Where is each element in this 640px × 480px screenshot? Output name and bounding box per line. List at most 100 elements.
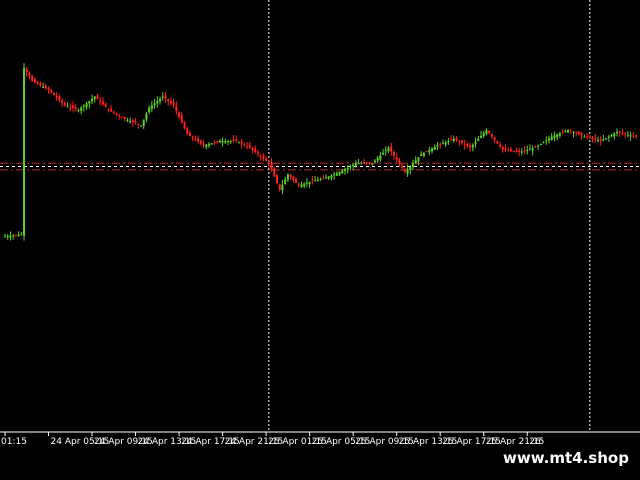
candle-body [458, 141, 461, 143]
candle-body [129, 121, 132, 123]
candle-body [485, 129, 488, 135]
candle-body [406, 169, 409, 174]
candle-body [357, 163, 360, 165]
candle-body [341, 170, 344, 174]
candle-body [131, 120, 134, 123]
candle-body [482, 132, 485, 136]
candle-body [575, 132, 578, 134]
candle-body [259, 155, 262, 157]
candle-body [528, 149, 531, 151]
candle-body [501, 146, 504, 150]
candle-body [240, 141, 243, 144]
candle-body [137, 123, 140, 125]
candle-body [284, 179, 287, 185]
candle-body [629, 135, 632, 137]
candle-body [292, 176, 295, 180]
candle-body [398, 159, 401, 164]
candle-body [178, 112, 181, 118]
candle-body [194, 138, 197, 140]
candle-body [227, 141, 230, 142]
candle-body [91, 98, 94, 102]
candle-body [512, 151, 515, 153]
candle-body [412, 163, 414, 168]
candle-body [251, 147, 254, 150]
candle-body [101, 101, 104, 105]
candle-body [72, 105, 74, 109]
candle-body [586, 136, 589, 138]
candle-body [235, 139, 238, 141]
candle-body [213, 142, 216, 144]
candle-body [363, 162, 366, 164]
candle-body [561, 131, 564, 133]
candle-body [322, 177, 325, 179]
candle-body [420, 154, 423, 156]
candle-body [588, 135, 591, 139]
candle-body [281, 184, 284, 191]
candle-body [409, 166, 412, 171]
candle-body [466, 143, 469, 147]
price-chart[interactable]: 01:15 24 Apr 05:15 24 Apr 09:15 24 Apr 13:1… [0, 0, 640, 480]
candle-body [175, 105, 178, 112]
candle-body [153, 103, 156, 106]
candle-body [591, 138, 594, 140]
candle-body [610, 135, 613, 137]
candle-body [311, 180, 314, 182]
candle-body [368, 162, 371, 164]
candle-body [349, 166, 352, 168]
candle-body [63, 103, 66, 106]
x-tick-label: 01:15 [1, 437, 27, 447]
candle-body [145, 113, 148, 120]
candle-body [55, 95, 58, 98]
candle-body [439, 143, 442, 145]
watermark: www.mt4.shop [497, 445, 635, 471]
candle-body [20, 234, 23, 236]
candle-body [395, 156, 398, 160]
candle-body [425, 151, 428, 153]
candle-body [616, 132, 618, 134]
candle-body [531, 148, 534, 151]
candle-body [172, 102, 175, 106]
candle-body [12, 235, 15, 237]
candle-body [183, 122, 186, 129]
candle-body [265, 158, 268, 161]
candle-body [469, 145, 472, 148]
candle-body [256, 152, 259, 155]
candle-body [515, 150, 518, 152]
candle-body [499, 144, 502, 147]
candle-body [455, 137, 458, 141]
candle-body [333, 174, 336, 176]
candle-body [126, 119, 129, 121]
candle-body [607, 136, 610, 138]
candle-body [572, 132, 575, 134]
candle-body [229, 141, 232, 142]
candle-body [123, 116, 126, 119]
candle-body [243, 144, 246, 146]
candle-body [392, 152, 395, 156]
candle-body [621, 132, 624, 134]
candle-body [327, 176, 330, 179]
candle-body [110, 108, 113, 112]
candle-body [270, 162, 273, 170]
candle-body [232, 139, 235, 141]
candle-body [156, 101, 159, 104]
candle-body [112, 111, 115, 113]
candle-body [202, 143, 205, 146]
candle-body [150, 105, 153, 110]
candle-body [390, 146, 393, 152]
candle-body [295, 179, 298, 183]
candle-body [197, 138, 200, 142]
candle-body [25, 69, 28, 73]
candle-body [140, 125, 142, 127]
candle-body [567, 129, 570, 133]
candle-body [504, 148, 507, 151]
candle-body [286, 174, 289, 180]
candle-body [52, 92, 55, 96]
candle-body [384, 150, 387, 152]
candle-body [382, 152, 385, 155]
candle-body [564, 131, 567, 133]
candle-body [360, 163, 363, 165]
candle-body [23, 67, 26, 236]
candle-body [599, 138, 602, 141]
candle-body [262, 155, 265, 159]
candle-body [88, 101, 91, 104]
